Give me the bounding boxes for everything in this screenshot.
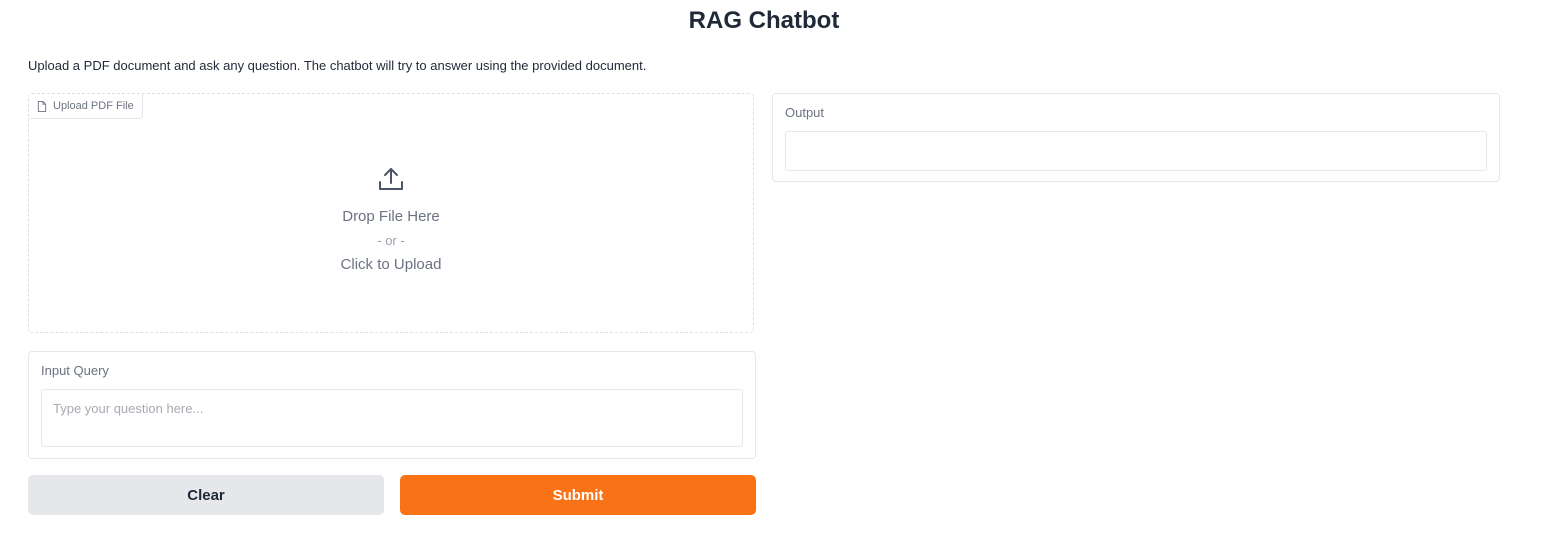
output-label: Output <box>785 105 825 120</box>
drop-file-text: Drop File Here <box>342 208 440 225</box>
upload-prompt: Drop File Here - or - Click to Upload <box>29 166 753 275</box>
output-field[interactable] <box>785 131 1487 171</box>
app-page: RAG Chatbot Upload a PDF document and as… <box>0 0 1542 539</box>
input-query-panel: Input Query <box>28 351 756 459</box>
page-title: RAG Chatbot <box>688 7 840 34</box>
page-description: Upload a PDF document and ask any questi… <box>28 58 647 73</box>
output-panel: Output <box>772 93 1500 182</box>
upload-field-label: Upload PDF File <box>29 94 143 119</box>
click-to-upload-text[interactable]: Click to Upload <box>341 255 442 275</box>
or-separator-text: - or - <box>377 233 405 248</box>
input-query-label: Input Query <box>41 363 109 378</box>
query-input[interactable] <box>41 389 743 447</box>
upload-icon <box>378 166 404 197</box>
pdf-upload-dropzone[interactable]: Upload PDF File Drop File Here - or - Cl… <box>28 93 754 333</box>
clear-button[interactable]: Clear <box>28 475 384 515</box>
submit-button[interactable]: Submit <box>400 475 756 515</box>
upload-field-label-text: Upload PDF File <box>53 100 134 112</box>
file-icon <box>37 100 47 112</box>
